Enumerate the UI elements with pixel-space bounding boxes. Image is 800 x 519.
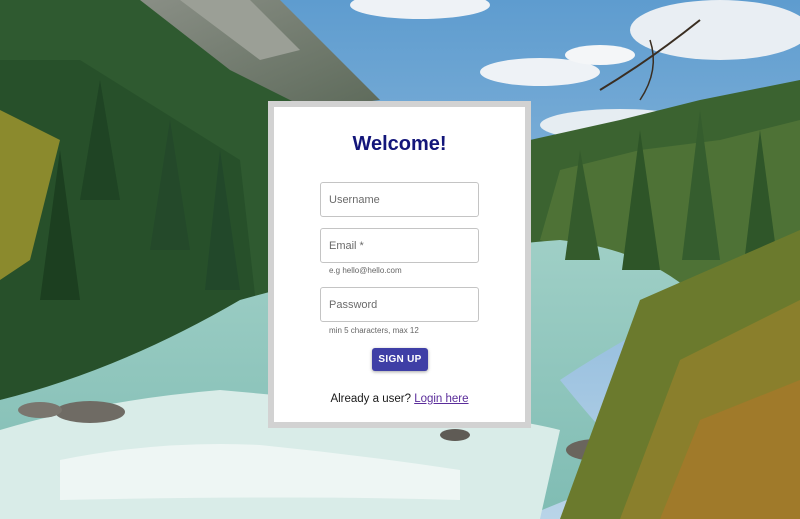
password-helper-text: min 5 characters, max 12: [329, 326, 419, 335]
signup-card-frame: Welcome! e.g hello@hello.com min 5 chara…: [268, 101, 531, 428]
email-input[interactable]: [320, 228, 479, 263]
username-input[interactable]: [320, 182, 479, 217]
password-input[interactable]: [320, 287, 479, 322]
email-helper-text: e.g hello@hello.com: [329, 266, 402, 275]
login-prompt-text: Already a user?: [330, 393, 411, 405]
page-title: Welcome!: [352, 133, 447, 155]
login-link[interactable]: Login here: [414, 393, 468, 405]
signup-card: Welcome! e.g hello@hello.com min 5 chara…: [274, 107, 525, 422]
signup-button[interactable]: SIGN UP: [372, 348, 428, 371]
login-prompt: Already a user? Login here: [274, 393, 525, 405]
